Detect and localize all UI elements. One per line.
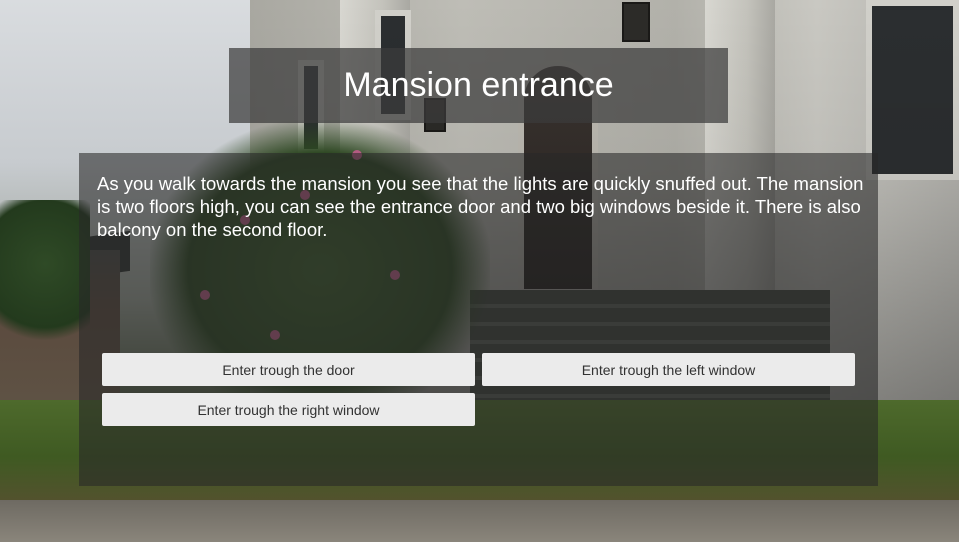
- game-scene: Mansion entrance As you walk towards the…: [0, 0, 959, 542]
- gravel-path: [0, 500, 959, 542]
- title-panel: Mansion entrance: [229, 48, 728, 123]
- tree: [0, 200, 90, 360]
- enter-right-window-button[interactable]: Enter trough the right window: [102, 393, 475, 426]
- scene-description: As you walk towards the mansion you see …: [97, 173, 864, 240]
- enter-left-window-button[interactable]: Enter trough the left window: [482, 353, 855, 386]
- enter-door-button[interactable]: Enter trough the door: [102, 353, 475, 386]
- scene-title: Mansion entrance: [343, 66, 614, 104]
- story-panel: As you walk towards the mansion you see …: [79, 153, 878, 486]
